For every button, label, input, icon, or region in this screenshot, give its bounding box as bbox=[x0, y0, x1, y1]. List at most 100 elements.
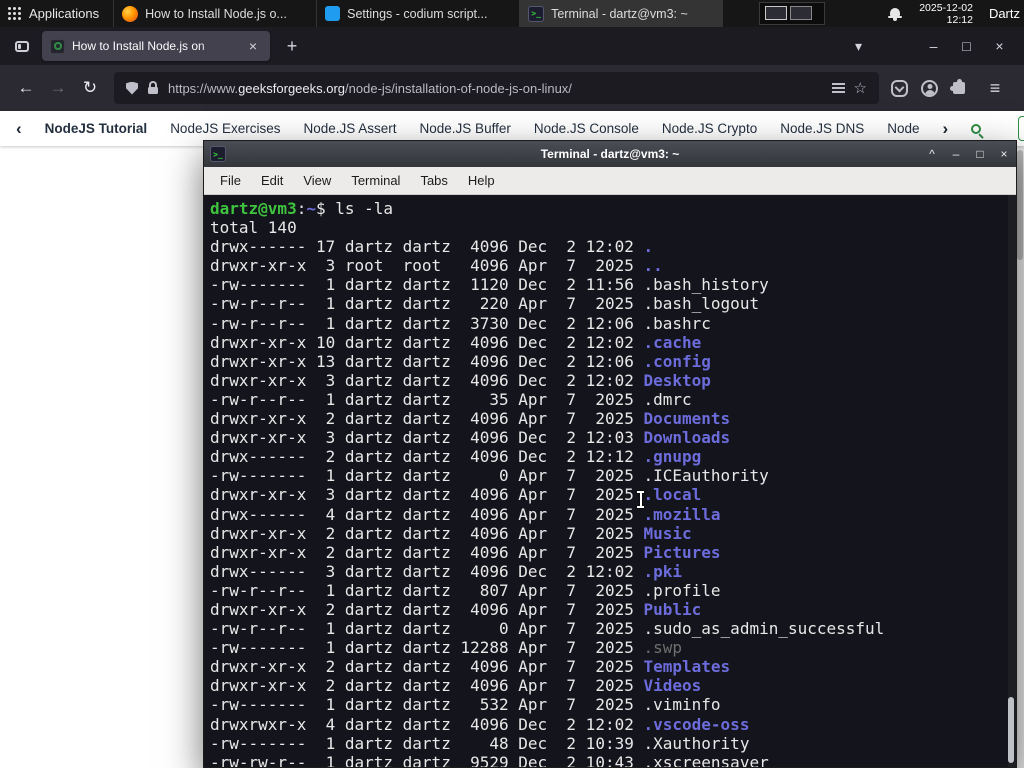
back-button[interactable]: ← bbox=[10, 72, 42, 104]
taskbar-button[interactable]: How to Install Node.js o... bbox=[113, 0, 316, 27]
site-nav-link[interactable]: Node.JS Console bbox=[534, 121, 639, 136]
tracking-protection-shield-icon[interactable] bbox=[126, 81, 138, 95]
site-nav-link[interactable]: Node bbox=[887, 121, 919, 136]
applications-label: Applications bbox=[29, 6, 100, 21]
clock-date: 2025-12-02 bbox=[919, 1, 973, 14]
site-nav-link-tutorial[interactable]: NodeJS Tutorial bbox=[45, 121, 148, 136]
browser-close-button[interactable]: × bbox=[983, 31, 1016, 61]
terminal-line: -rw------- 1 dartz dartz 48 Dec 2 10:39 … bbox=[210, 733, 750, 753]
terminal-line: -rw------- 1 dartz dartz 1120 Dec 2 11:5… bbox=[210, 275, 769, 295]
applications-grid-icon bbox=[8, 7, 21, 20]
terminal-scrollbar[interactable] bbox=[1008, 195, 1016, 767]
search-button[interactable] bbox=[971, 118, 982, 140]
terminal-window-controls: ^ – □ × bbox=[920, 141, 1016, 167]
terminal-shade-button[interactable]: ^ bbox=[920, 141, 944, 167]
taskbar-label: Terminal - dartz@vm3: ~ bbox=[551, 6, 688, 21]
terminal-minimize-button[interactable]: – bbox=[944, 141, 968, 167]
terminal-line: drwx------ 4 dartz dartz 4096 Apr 7 2025… bbox=[210, 504, 721, 524]
site-nav-links: NodeJS Exercises Node.JS Assert Node.JS Bu… bbox=[170, 121, 919, 136]
terminal-menu-edit[interactable]: Edit bbox=[251, 173, 293, 188]
account-icon[interactable] bbox=[921, 79, 938, 97]
firefox-view-button[interactable] bbox=[8, 32, 36, 60]
mouse-ibeam-cursor bbox=[636, 491, 645, 508]
taskbar-button[interactable]: >_ Terminal - dartz@vm3: ~ bbox=[519, 0, 723, 27]
terminal-line: -rw-r--r-- 1 dartz dartz 3730 Dec 2 12:0… bbox=[210, 313, 711, 333]
tab-favicon bbox=[50, 38, 65, 54]
pager-window-thumbnail bbox=[790, 6, 813, 20]
browser-tab[interactable]: How to Install Node.js on × bbox=[42, 31, 270, 61]
tab-title: How to Install Node.js on bbox=[72, 39, 205, 53]
terminal-close-button[interactable]: × bbox=[992, 141, 1016, 167]
terminal-menu-file[interactable]: File bbox=[210, 173, 251, 188]
terminal-line: drwxr-xr-x 2 dartz dartz 4096 Apr 7 2025… bbox=[210, 542, 721, 562]
terminal-line: drwxr-xr-x 3 dartz dartz 4096 Dec 2 12:0… bbox=[210, 428, 731, 448]
nav-scroll-left-chevron[interactable]: ‹ bbox=[16, 120, 22, 137]
nav-scroll-right-chevron[interactable]: › bbox=[943, 120, 949, 137]
user-menu[interactable]: Dartz bbox=[989, 6, 1020, 21]
terminal-output[interactable]: dartz@vm3:~$ ls -la total 140 drwx------… bbox=[204, 195, 1016, 767]
top-panel: Applications How to Install Node.js o...… bbox=[0, 0, 1024, 27]
https-lock-icon[interactable] bbox=[147, 81, 159, 95]
browser-minimize-button[interactable]: – bbox=[917, 31, 950, 61]
navigation-toolbar: ← → ↻ https://www.geeksforgeeks.org/node… bbox=[0, 65, 1024, 111]
clock-applet[interactable]: 2025-12-02 12:12 bbox=[919, 2, 973, 26]
pocket-icon[interactable] bbox=[891, 79, 908, 97]
terminal-line: drwxr-xr-x 2 dartz dartz 4096 Apr 7 2025… bbox=[210, 657, 731, 677]
terminal-line: -rw------- 1 dartz dartz 12288 Apr 7 202… bbox=[210, 638, 683, 658]
firefox-view-icon bbox=[15, 40, 29, 52]
pager-window-thumbnail bbox=[765, 6, 788, 20]
terminal-line: -rw-r--r-- 1 dartz dartz 807 Apr 7 2025 … bbox=[210, 580, 721, 600]
terminal-menubar: File Edit View Terminal Tabs Help bbox=[204, 167, 1016, 195]
site-nav-link[interactable]: Node.JS Assert bbox=[303, 121, 396, 136]
tab-close-button[interactable]: × bbox=[244, 37, 262, 55]
clock-time: 12:12 bbox=[946, 13, 973, 26]
forward-button[interactable]: → bbox=[42, 72, 74, 104]
terminal-menu-tabs[interactable]: Tabs bbox=[410, 173, 457, 188]
reader-mode-icon[interactable] bbox=[831, 82, 845, 94]
browser-maximize-button[interactable]: □ bbox=[950, 31, 983, 61]
terminal-line: drwx------ 17 dartz dartz 4096 Dec 2 12:… bbox=[210, 237, 654, 257]
terminal-line: -rw------- 1 dartz dartz 532 Apr 7 2025 … bbox=[210, 695, 721, 715]
hamburger-menu-button[interactable]: ≡ bbox=[980, 78, 1010, 99]
terminal-menu-terminal[interactable]: Terminal bbox=[341, 173, 410, 188]
site-nav-link[interactable]: Node.JS Crypto bbox=[662, 121, 757, 136]
notifications-bell-icon[interactable] bbox=[887, 6, 903, 22]
terminal-line: drwxr-xr-x 3 dartz dartz 4096 Dec 2 12:0… bbox=[210, 370, 711, 390]
sign-in-button[interactable]: Sign In bbox=[1018, 116, 1024, 141]
system-tray: 2025-12-02 12:12 Dartz bbox=[887, 0, 1024, 27]
bookmark-star-icon[interactable]: ☆ bbox=[854, 79, 867, 97]
terminal-menu-help[interactable]: Help bbox=[458, 173, 505, 188]
terminal-listing: drwx------ 17 dartz dartz 4096 Dec 2 12:… bbox=[210, 237, 1016, 767]
terminal-icon: >_ bbox=[528, 5, 545, 22]
terminal-window: Terminal - dartz@vm3: ~ >_ ^ – □ × File E… bbox=[203, 140, 1017, 768]
site-nav-link[interactable]: NodeJS Exercises bbox=[170, 121, 280, 136]
taskbar-label: Settings - codium script... bbox=[347, 6, 488, 21]
workspace-pager[interactable] bbox=[759, 2, 826, 25]
list-all-tabs-button[interactable]: ▾ bbox=[842, 31, 875, 61]
page-scrollbar-thumb[interactable] bbox=[1017, 150, 1023, 260]
terminal-total-line: total 140 bbox=[210, 218, 297, 238]
toolbar-icons: ≡ bbox=[887, 78, 1014, 99]
terminal-maximize-button[interactable]: □ bbox=[968, 141, 992, 167]
terminal-line: drwx------ 3 dartz dartz 4096 Dec 2 12:0… bbox=[210, 561, 683, 581]
terminal-title: Terminal - dartz@vm3: ~ bbox=[540, 147, 680, 161]
terminal-line: drwxr-xr-x 2 dartz dartz 4096 Apr 7 2025… bbox=[210, 676, 702, 696]
terminal-line: -rw-rw-r-- 1 dartz dartz 9529 Dec 2 10:4… bbox=[210, 752, 769, 767]
terminal-line: -rw-r--r-- 1 dartz dartz 0 Apr 7 2025 .s… bbox=[210, 619, 885, 639]
terminal-scrollbar-thumb[interactable] bbox=[1008, 697, 1014, 763]
extensions-icon[interactable] bbox=[950, 79, 965, 94]
terminal-menu-view[interactable]: View bbox=[293, 173, 341, 188]
terminal-line: drwxr-xr-x 13 dartz dartz 4096 Dec 2 12:… bbox=[210, 351, 711, 371]
site-nav-link[interactable]: Node.JS Buffer bbox=[420, 121, 511, 136]
reload-button[interactable]: ↻ bbox=[74, 72, 106, 104]
page-scrollbar[interactable] bbox=[1016, 146, 1024, 768]
site-nav-link[interactable]: Node.JS DNS bbox=[780, 121, 864, 136]
taskbar-button[interactable]: Settings - codium script... bbox=[316, 0, 519, 27]
new-tab-button[interactable]: + bbox=[278, 32, 306, 60]
terminal-line: drwxr-xr-x 2 dartz dartz 4096 Apr 7 2025… bbox=[210, 523, 692, 543]
applications-menu-button[interactable]: Applications bbox=[0, 0, 113, 27]
terminal-line: drwxr-xr-x 2 dartz dartz 4096 Apr 7 2025… bbox=[210, 409, 731, 429]
url-bar[interactable]: https://www.geeksforgeeks.org/node-js/in… bbox=[114, 72, 879, 104]
url-text: https://www.geeksforgeeks.org/node-js/in… bbox=[168, 80, 572, 96]
terminal-titlebar[interactable]: Terminal - dartz@vm3: ~ >_ ^ – □ × bbox=[204, 141, 1016, 167]
